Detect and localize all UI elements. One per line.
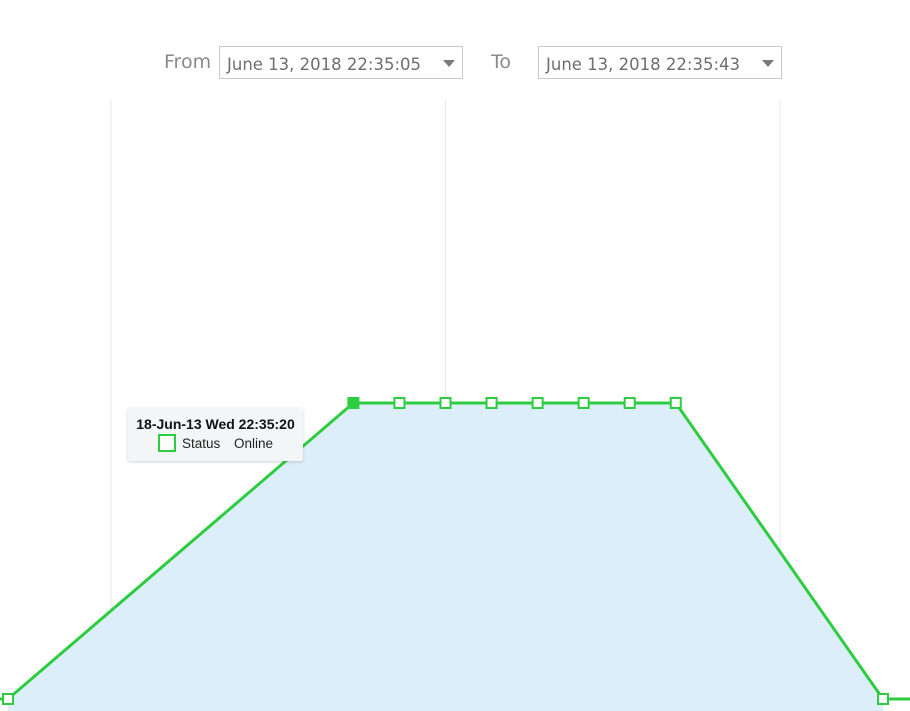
series-swatch-icon (158, 434, 176, 452)
data-point (485, 397, 498, 409)
tooltip-series-value: Online (234, 436, 274, 451)
data-point (439, 397, 452, 409)
tooltip-series-name: Status (182, 436, 221, 451)
tooltip-title: 18-Jun-13 Wed 22:35:20 (136, 416, 295, 432)
data-point-active (347, 397, 360, 409)
data-point (669, 397, 682, 409)
data-point (623, 397, 636, 409)
data-point (531, 397, 544, 409)
data-point (393, 397, 406, 409)
data-point (2, 693, 14, 705)
status-chart (0, 100, 910, 711)
chart-tooltip: 18-Jun-13 Wed 22:35:20 Status Online (128, 408, 303, 461)
data-point (577, 397, 590, 409)
data-point (877, 693, 889, 705)
